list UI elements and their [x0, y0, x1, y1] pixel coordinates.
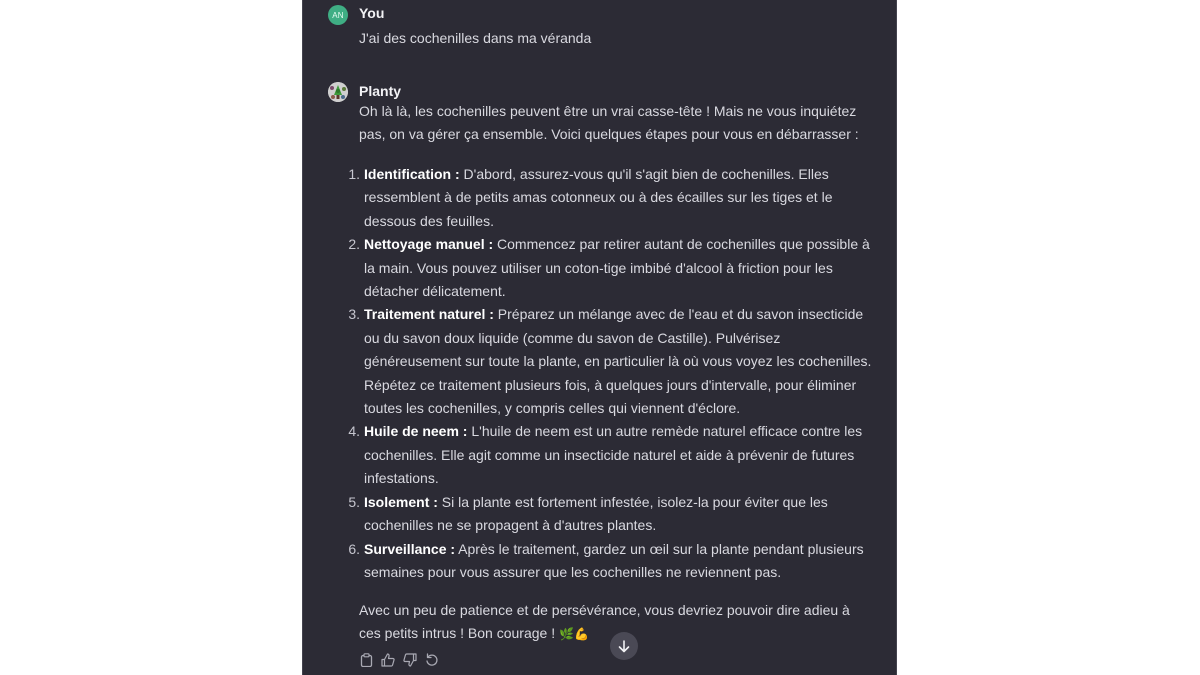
thumbs-down-button[interactable]	[403, 652, 417, 668]
regenerate-button[interactable]	[425, 652, 439, 668]
outro-text: Avec un peu de patience et de persévéran…	[359, 602, 850, 642]
assistant-intro: Oh là là, les cochenilles peuvent être u…	[359, 103, 859, 143]
assistant-author-name: Planty	[359, 83, 402, 99]
regenerate-icon	[426, 653, 438, 666]
thumbs-up-button[interactable]	[381, 652, 395, 668]
chat-panel: AN You J'ai des cochenilles dans ma véra…	[302, 0, 897, 675]
steps-list: 1. Identification : D'abord, assurez-vous…	[348, 163, 874, 585]
step-title: Isolement :	[364, 493, 438, 510]
thumbs-down-icon	[403, 653, 417, 667]
step-title: Nettoyage manuel :	[364, 236, 494, 253]
assistant-message: Planty Oh là là, les cochenilles peuvent…	[328, 0, 876, 675]
step-item: 2. Nettoyage manuel : Commencez par retir…	[348, 233, 874, 303]
plant-avatar-icon	[328, 82, 348, 102]
step-title: Identification :	[364, 166, 460, 182]
copy-icon	[360, 653, 372, 667]
step-item: 5. Isolement : Si la plante est fortement…	[348, 491, 874, 538]
step-item: 6. Surveillance : Après le traitement, ga…	[348, 538, 874, 585]
step-number: 3.	[348, 306, 360, 323]
step-number: 4.	[348, 423, 360, 440]
step-text: Préparez un mélange avec de l'eau et du …	[364, 306, 872, 417]
step-item: 4. Huile de neem : L'huile de neem est un…	[348, 420, 874, 490]
step-title: Surveillance :	[364, 540, 456, 557]
step-title: Huile de neem :	[364, 423, 468, 440]
step-number: 2.	[348, 236, 360, 253]
plant-muscle-emoji: 🌿💪	[559, 627, 589, 642]
arrow-down-icon	[618, 639, 630, 652]
step-number: 6.	[348, 540, 360, 557]
message-actions	[359, 652, 439, 668]
step-item: 3. Traitement naturel : Préparez un mélan…	[348, 303, 874, 420]
assistant-outro: Avec un peu de patience et de persévéran…	[359, 599, 859, 647]
copy-button[interactable]	[359, 652, 373, 668]
planty-avatar	[328, 82, 348, 102]
step-title: Traitement naturel :	[364, 306, 494, 323]
step-item: 1. Identification : D'abord, assurez-vous…	[348, 163, 874, 233]
step-number: 5.	[348, 493, 360, 510]
thumbs-up-icon	[381, 653, 395, 667]
step-number: 1.	[348, 166, 360, 182]
scroll-down-button[interactable]	[610, 632, 638, 660]
